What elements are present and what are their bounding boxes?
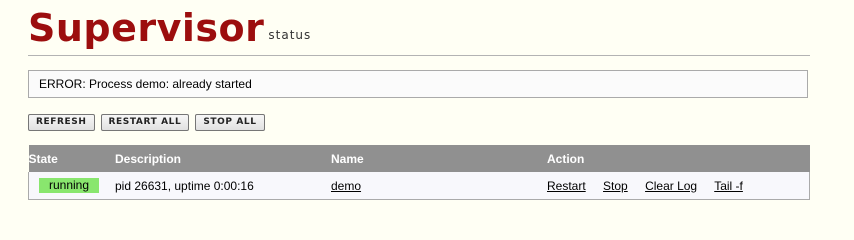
table-row: running pid 26631, uptime 0:00:16 demo R… bbox=[28, 172, 810, 200]
restart-all-button[interactable]: RESTART ALL bbox=[100, 114, 190, 131]
column-header-action: Action bbox=[547, 145, 810, 172]
table-header-row: State Description Name Action bbox=[28, 145, 810, 172]
process-name-link[interactable]: demo bbox=[331, 179, 361, 193]
supervisor-logo: Supervisor bbox=[28, 6, 265, 50]
clear-log-link[interactable]: Clear Log bbox=[645, 179, 697, 193]
name-cell: demo bbox=[331, 172, 547, 200]
column-header-name: Name bbox=[331, 145, 547, 172]
restart-link[interactable]: Restart bbox=[547, 179, 586, 193]
header-divider bbox=[28, 55, 810, 56]
stop-link[interactable]: Stop bbox=[603, 179, 628, 193]
tail-link[interactable]: Tail -f bbox=[714, 179, 743, 193]
page-subtitle: status bbox=[268, 28, 312, 42]
action-cell: Restart Stop Clear Log Tail -f bbox=[547, 172, 810, 200]
error-message: ERROR: Process demo: already started bbox=[28, 70, 808, 98]
global-actions: REFRESH RESTART ALL STOP ALL bbox=[28, 114, 265, 131]
header: Supervisor status bbox=[28, 0, 311, 48]
column-header-description: Description bbox=[107, 145, 331, 172]
process-table: State Description Name Action running pi… bbox=[28, 145, 810, 200]
column-header-state: State bbox=[28, 145, 107, 172]
state-cell: running bbox=[28, 172, 107, 200]
status-badge: running bbox=[39, 178, 99, 193]
stop-all-button[interactable]: STOP ALL bbox=[195, 114, 265, 131]
description-cell: pid 26631, uptime 0:00:16 bbox=[107, 172, 331, 200]
refresh-button[interactable]: REFRESH bbox=[28, 114, 95, 131]
